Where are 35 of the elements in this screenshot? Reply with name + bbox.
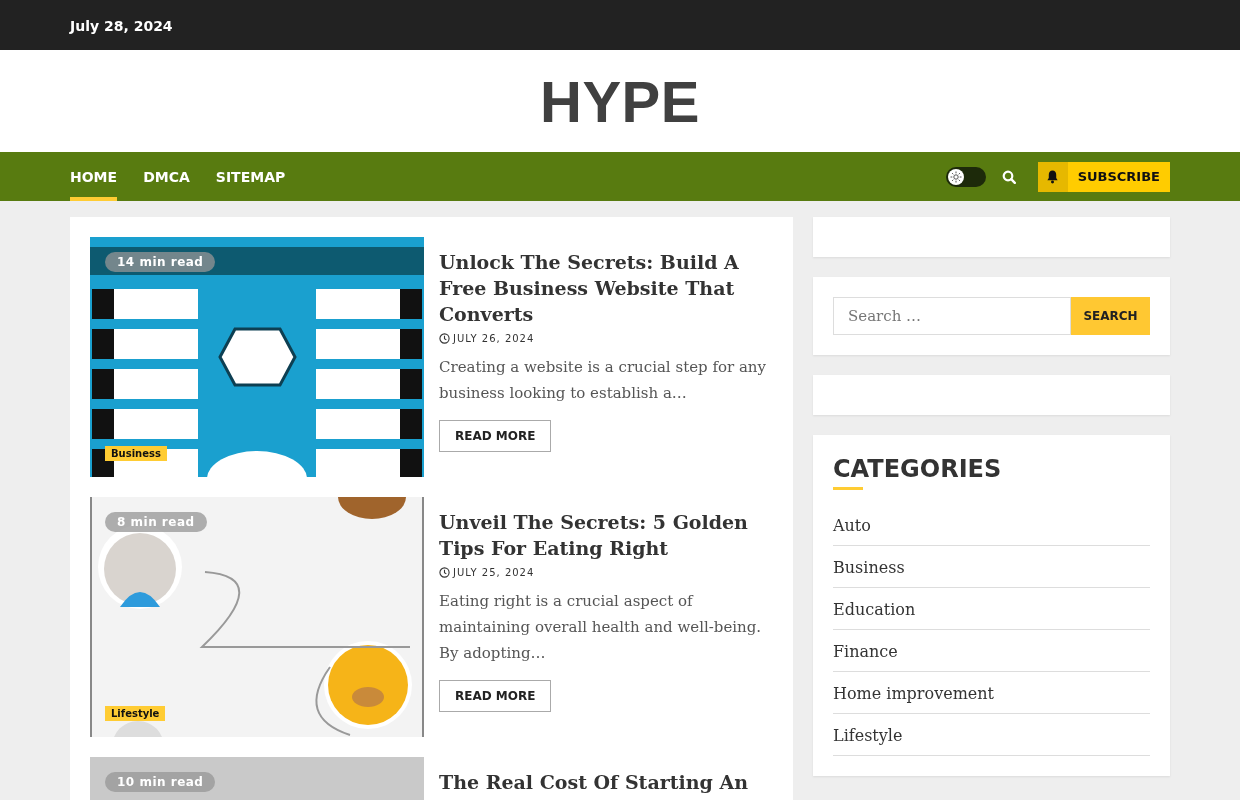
- category-tag[interactable]: Lifestyle: [105, 706, 166, 721]
- clock-icon: [439, 567, 450, 578]
- post-excerpt: Eating right is a crucial aspect of maintaining overall health and well-being. By adopting…: [439, 591, 763, 664]
- sun-icon: [949, 170, 962, 183]
- post-date: JULY 25, 2024: [453, 567, 535, 578]
- subscribe-button[interactable]: SUBSCRIBE: [1037, 161, 1170, 192]
- theme-toggle[interactable]: [945, 166, 986, 187]
- read-time-badge: 10 min read: [105, 772, 216, 792]
- site-title[interactable]: HYPE: [540, 67, 700, 135]
- post-title[interactable]: Unlock The Secrets: Build A Free Business Website That Converts: [439, 249, 773, 327]
- post-title[interactable]: Unveil The Secrets: 5 Golden Tips For Eating Right: [439, 509, 773, 561]
- read-time-badge: 14 min read: [105, 252, 216, 272]
- category-link[interactable]: Home improvement: [833, 684, 994, 703]
- post-excerpt: Creating a website is a crucial step for any business looking to establish a…: [439, 357, 767, 404]
- read-more-button[interactable]: READ MORE: [439, 420, 552, 452]
- category-link[interactable]: Finance: [833, 642, 898, 661]
- search-button[interactable]: SEARCH: [1071, 297, 1150, 335]
- post-title[interactable]: The Real Cost Of Starting An: [439, 769, 773, 795]
- read-time-badge: 8 min read: [105, 512, 207, 532]
- nav-link[interactable]: DMCA: [143, 152, 190, 201]
- read-more-button[interactable]: READ MORE: [439, 680, 552, 712]
- bell-icon: [1046, 169, 1060, 184]
- category-tag[interactable]: Business: [105, 446, 167, 461]
- nav-link[interactable]: SITEMAP: [215, 152, 286, 201]
- date-text: July 28, 2024: [70, 17, 173, 34]
- post-date: JULY 26, 2024: [453, 333, 535, 344]
- search-field[interactable]: Search …: [833, 297, 1071, 335]
- category-link[interactable]: Business: [833, 558, 905, 577]
- nav-link[interactable]: HOME: [70, 152, 118, 201]
- category-link[interactable]: Lifestyle: [833, 726, 903, 745]
- clock-icon: [439, 333, 450, 344]
- category-link[interactable]: Auto: [833, 516, 871, 535]
- widget-title: CATEGORIES: [833, 455, 1003, 483]
- search-icon[interactable]: [1001, 169, 1016, 184]
- category-link[interactable]: Education: [833, 600, 916, 619]
